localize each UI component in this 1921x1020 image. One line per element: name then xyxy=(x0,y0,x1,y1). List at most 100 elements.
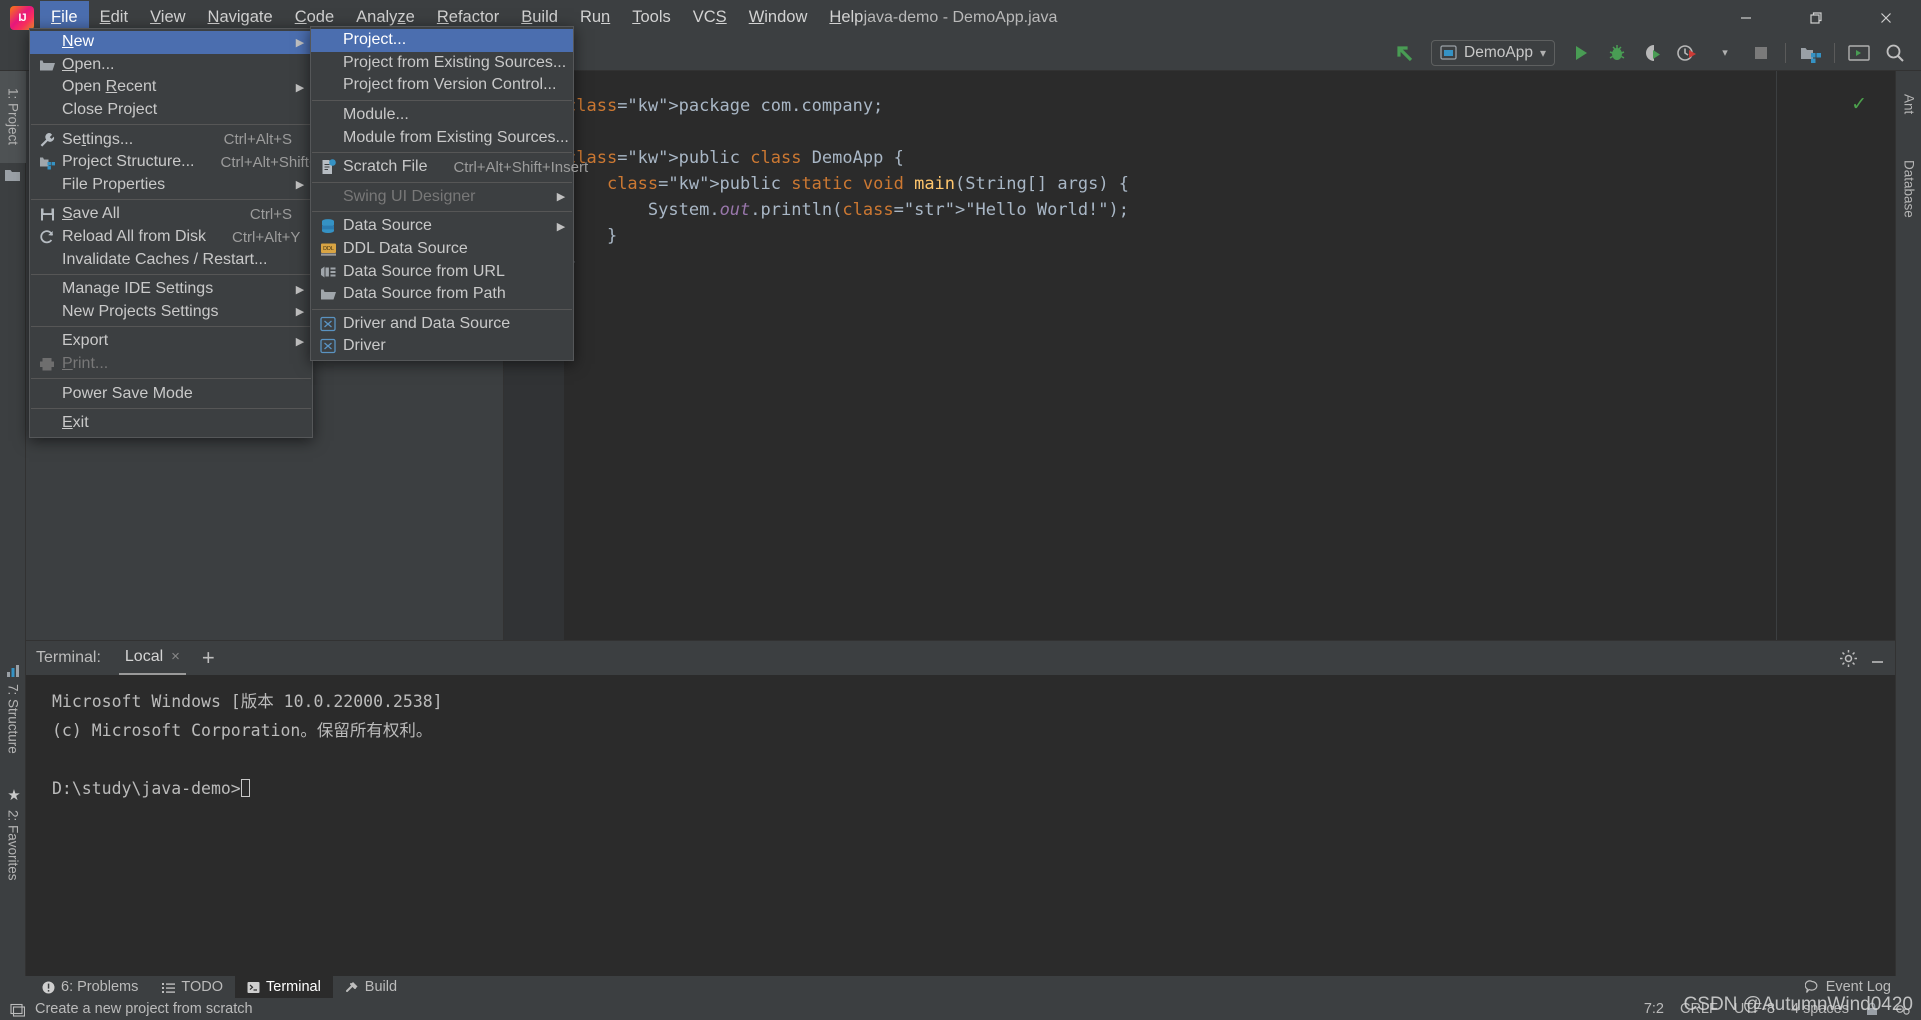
sidebar-item-ant[interactable]: Ant xyxy=(1896,75,1921,133)
sidebar-item-favorites[interactable]: ★ 2: Favorites xyxy=(0,773,26,893)
window-controls xyxy=(1711,0,1921,35)
file-menu-item-new[interactable]: New ▶ xyxy=(30,31,312,54)
inspections-icon[interactable] xyxy=(1895,1002,1911,1016)
vcs-update-arrow-icon[interactable] xyxy=(1388,39,1422,67)
menu-tools[interactable]: Tools xyxy=(621,1,682,34)
bottom-tab-terminal[interactable]: Terminal xyxy=(235,976,333,998)
new-submenu-item-project-from-version-control[interactable]: Project from Version Control... xyxy=(311,74,573,97)
new-submenu-item-driver[interactable]: Driver xyxy=(311,335,573,358)
event-log-button[interactable]: Event Log xyxy=(1804,976,1891,998)
file-menu-item-label: Print... xyxy=(62,355,109,373)
run-config-icon xyxy=(1440,45,1457,60)
terminal-header: Terminal: Local × + xyxy=(26,641,1895,675)
new-submenu-separator xyxy=(312,308,572,310)
new-submenu-item-project-from-existing-sources[interactable]: Project from Existing Sources... xyxy=(311,52,573,75)
bottom-tab-problems[interactable]: 6: Problems xyxy=(30,976,150,998)
gear-icon[interactable] xyxy=(1839,649,1858,668)
search-everywhere-icon[interactable] xyxy=(1878,39,1912,67)
code-editor[interactable]: ✓ class="kw">package com.company; class=… xyxy=(504,71,1895,640)
debug-button[interactable] xyxy=(1600,39,1634,67)
new-submenu-popup[interactable]: Project... Project from Existing Sources.… xyxy=(310,26,588,361)
file-menu-item-manage-ide-settings[interactable]: Manage IDE Settings ▶ xyxy=(30,278,312,301)
toolbar-separator-2 xyxy=(1834,42,1835,63)
folder-open-icon xyxy=(34,58,60,72)
new-submenu-item-ddl-data-source[interactable]: DDL DDL Data Source xyxy=(311,238,573,261)
file-menu-item-label: Close Project xyxy=(62,101,158,119)
intellij-logo-icon: IJ xyxy=(10,5,34,30)
sidebar-item-project[interactable]: 1: Project xyxy=(0,71,26,163)
minimize-button[interactable] xyxy=(1711,0,1781,35)
file-menu-item-new-projects-settings[interactable]: New Projects Settings ▶ xyxy=(30,301,312,324)
indent-size[interactable]: 4 spaces xyxy=(1791,1001,1849,1017)
minimize-icon[interactable] xyxy=(1868,649,1887,668)
file-menu-item-shortcut: Ctrl+Alt+Y xyxy=(232,228,301,246)
file-menu-item-settings[interactable]: Settings... Ctrl+Alt+S xyxy=(30,128,312,151)
file-menu-item-power-save-mode[interactable]: Power Save Mode xyxy=(30,382,312,405)
close-icon[interactable]: × xyxy=(171,648,180,665)
file-menu-item-export[interactable]: Export ▶ xyxy=(30,330,312,353)
new-submenu-item-data-source-from-url[interactable]: Data Source from URL xyxy=(311,260,573,283)
lock-icon[interactable] xyxy=(1865,1002,1879,1016)
menu-window[interactable]: Window xyxy=(738,1,819,34)
terminal-output[interactable]: Microsoft Windows [版本 10.0.22000.2538] (… xyxy=(26,675,1895,976)
new-submenu-item-scratch-file[interactable]: Scratch File Ctrl+Alt+Shift+Insert xyxy=(311,156,588,179)
sidebar-item-structure[interactable]: 7: Structure xyxy=(0,651,26,767)
maximize-restore-button[interactable] xyxy=(1781,0,1851,35)
chevron-right-icon: ▶ xyxy=(295,81,305,94)
file-menu-item-close-project[interactable]: Close Project xyxy=(30,99,312,122)
menu-vcs[interactable]: VCS xyxy=(682,1,738,34)
new-submenu-item-data-source-from-path[interactable]: Data Source from Path xyxy=(311,283,573,306)
new-terminal-session-button[interactable]: + xyxy=(202,647,215,669)
bottom-tab-build[interactable]: Build xyxy=(333,976,409,998)
sidebar-item-database[interactable]: Database xyxy=(1896,139,1921,239)
file-menu-item-open-recent[interactable]: Open Recent ▶ xyxy=(30,76,312,99)
run-config-name: DemoApp xyxy=(1464,43,1533,61)
file-menu-item-label: Invalidate Caches / Restart... xyxy=(62,250,268,268)
new-submenu-item-module-from-existing-sources[interactable]: Module from Existing Sources... xyxy=(311,126,573,149)
profiler-button[interactable] xyxy=(1672,39,1706,67)
scratch-file-icon xyxy=(315,159,341,175)
terminal-icon xyxy=(247,981,260,994)
run-with-coverage-button[interactable] xyxy=(1636,39,1670,67)
new-submenu-item-swing-ui-designer: Swing UI Designer ▶ xyxy=(311,186,573,209)
new-submenu-item-label: Scratch File xyxy=(343,158,428,176)
file-menu-separator xyxy=(31,124,311,126)
new-submenu-item-module[interactable]: Module... xyxy=(311,104,573,127)
menu-run[interactable]: Run xyxy=(569,1,621,34)
run-button[interactable] xyxy=(1564,39,1598,67)
run-configuration-selector[interactable]: DemoApp ▾ xyxy=(1431,39,1555,66)
project-structure-button[interactable] xyxy=(1793,39,1827,67)
caret-position[interactable]: 7:2 xyxy=(1644,1001,1664,1017)
stop-button[interactable] xyxy=(1744,39,1778,67)
file-menu-item-file-properties[interactable]: File Properties ▶ xyxy=(30,174,312,197)
terminal-tab-local[interactable]: Local × xyxy=(118,642,186,675)
new-submenu-item-data-source[interactable]: Data Source ▶ xyxy=(311,215,573,238)
terminal-tab-label: Local xyxy=(124,647,164,665)
editor-scrollbar[interactable] xyxy=(1877,71,1895,640)
menu-help[interactable]: Help xyxy=(818,1,874,34)
line-separator[interactable]: CRLF xyxy=(1680,1001,1718,1017)
terminal-toolbar-icon[interactable] xyxy=(1842,39,1876,67)
bottom-tool-window-bar: 6: Problems TODO Terminal Build xyxy=(0,976,1921,998)
file-menu-popup[interactable]: New ▶ Open... Open Recent ▶ Close Project Sett… xyxy=(29,28,328,438)
chevron-right-icon: ▶ xyxy=(295,36,305,49)
profiler-dropdown-icon[interactable]: ▾ xyxy=(1708,39,1742,67)
file-menu-separator xyxy=(31,199,311,201)
file-encoding[interactable]: UTF-8 xyxy=(1734,1001,1775,1017)
file-menu-item-open[interactable]: Open... xyxy=(30,54,312,77)
file-menu-item-label: Open Recent xyxy=(62,78,157,96)
chevron-right-icon: ▶ xyxy=(295,335,305,348)
file-menu-item-save-all[interactable]: Save All Ctrl+S xyxy=(30,203,312,226)
new-submenu-item-label: Swing UI Designer xyxy=(343,187,476,205)
new-submenu-item-label: Project from Existing Sources... xyxy=(343,53,567,71)
file-menu-item-project-structure[interactable]: Project Structure... Ctrl+Alt+Shift+S xyxy=(30,151,328,174)
close-button[interactable] xyxy=(1851,0,1921,35)
svg-text:DDL: DDL xyxy=(323,246,334,252)
file-menu-item-invalidate-caches-restart[interactable]: Invalidate Caches / Restart... xyxy=(30,248,312,271)
new-submenu-item-driver-and-data-source[interactable]: Driver and Data Source xyxy=(311,313,573,336)
terminal-header-actions xyxy=(1839,641,1887,675)
new-submenu-item-project[interactable]: Project... xyxy=(311,29,573,52)
file-menu-item-reload-all-from-disk[interactable]: Reload All from Disk Ctrl+Alt+Y xyxy=(30,226,312,249)
file-menu-item-exit[interactable]: Exit xyxy=(30,412,312,435)
bottom-tab-todo[interactable]: TODO xyxy=(150,976,235,998)
